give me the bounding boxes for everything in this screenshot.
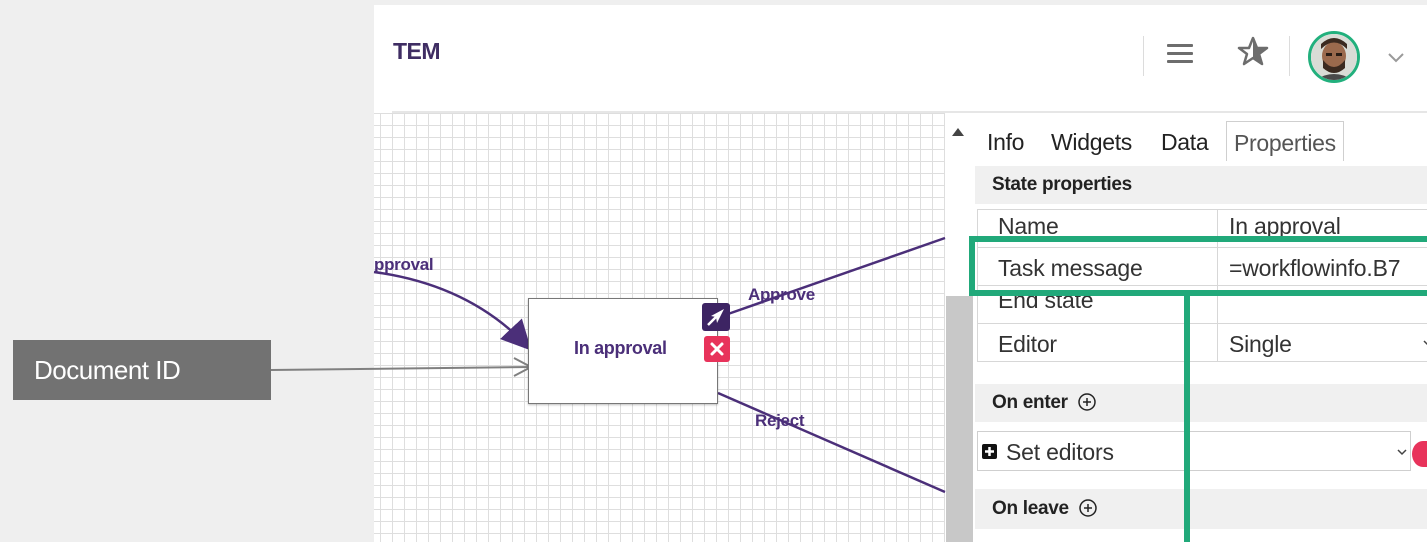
property-value-name[interactable]: In approval [1219,210,1427,247]
action-label: Set editors [1006,439,1114,465]
incoming-transition-label[interactable]: pproval [374,255,434,275]
app-header: TEM [374,5,1427,110]
property-value-end-state [1219,286,1427,323]
send-icon[interactable] [702,303,730,331]
on-enter-action-select[interactable]: Set editors [977,431,1411,471]
property-row-name: Name In approval [977,209,1427,248]
tab-data[interactable]: Data [1161,121,1209,161]
remove-action-icon[interactable] [1412,441,1427,467]
on-leave-label: On leave [992,498,1069,519]
chevron-down-icon[interactable] [1384,47,1408,67]
chevron-down-icon[interactable] [1396,447,1408,457]
state-node-label: In approval [574,338,667,358]
header-divider [1143,36,1144,76]
panel-scrollbar[interactable] [946,296,973,542]
on-enter-label: On enter [992,392,1068,413]
tab-properties[interactable]: Properties [1226,121,1344,161]
tab-info[interactable]: Info [987,121,1024,161]
delete-icon[interactable] [704,336,730,362]
scroll-up-arrow-icon[interactable] [951,125,965,137]
add-circle-icon[interactable] [1078,498,1098,518]
property-value-task-message[interactable]: =workflowinfo.B7 [1219,248,1427,285]
add-circle-icon[interactable] [1077,392,1097,412]
expand-plus-icon[interactable] [982,444,997,459]
state-properties-header: State properties [975,166,1427,204]
reject-transition-label[interactable]: Reject [755,411,805,431]
property-key: Name [978,210,1218,247]
panel-tabs: Info Widgets Data Properties [975,121,1427,161]
tab-widgets[interactable]: Widgets [1051,121,1132,161]
properties-panel: Info Widgets Data Properties State prope… [975,113,1427,542]
on-enter-header: On enter [975,384,1427,422]
property-row-editor: Editor Single [977,323,1427,362]
on-leave-header: On leave [975,489,1427,529]
header-divider [1289,36,1290,76]
hamburger-menu-icon[interactable] [1165,41,1195,67]
star-icon[interactable] [1236,35,1270,69]
property-key: Editor [978,324,1218,361]
property-row-end-state: End state [977,285,1427,324]
property-value-editor[interactable]: Single [1219,324,1427,361]
page-title: TEM [393,38,441,64]
user-avatar[interactable] [1308,31,1360,83]
approve-transition-label[interactable]: Approve [748,285,815,305]
document-id-callout: Document ID [13,340,271,400]
property-row-task-message: Task message =workflowinfo.B7 [977,247,1427,286]
callout-text: Document ID [34,355,181,385]
property-key: Task message [978,248,1218,285]
chevron-down-icon[interactable] [1423,338,1427,348]
property-key: End state [978,286,1218,323]
